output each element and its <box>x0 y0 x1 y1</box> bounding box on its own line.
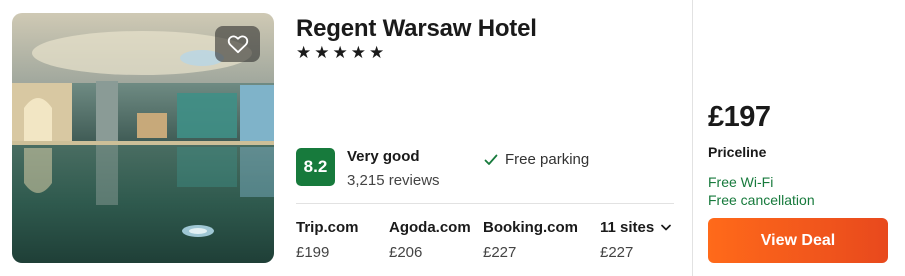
deal-perk-wifi: Free Wi-Fi <box>708 174 774 190</box>
deal-price: £197 <box>708 101 771 133</box>
chevron-down-icon <box>661 224 672 231</box>
site-name: Agoda.com <box>389 219 471 236</box>
hotel-details: Regent Warsaw Hotel ★★★★★ 8.2 Very good … <box>296 13 676 263</box>
site-price-agoda[interactable]: Agoda.com £206 <box>389 219 471 261</box>
site-price: £227 <box>483 244 517 261</box>
rating-label: Very good <box>347 148 420 165</box>
deal-provider: Priceline <box>708 144 767 160</box>
star-rating: ★★★★★ <box>296 43 388 63</box>
more-sites-dropdown[interactable]: 11 sites £227 <box>600 219 672 261</box>
favorite-button[interactable] <box>215 26 260 62</box>
site-price: £206 <box>389 244 423 261</box>
more-sites-label: 11 sites <box>600 219 655 236</box>
deal-perk-cancellation: Free cancellation <box>708 192 815 208</box>
checkmark-icon <box>484 154 498 166</box>
site-price-trip[interactable]: Trip.com £199 <box>296 219 359 261</box>
hotel-result-card[interactable]: Regent Warsaw Hotel ★★★★★ 8.2 Very good … <box>0 0 905 276</box>
site-price-booking[interactable]: Booking.com £227 <box>483 219 578 261</box>
amenity-label: Free parking <box>505 151 590 168</box>
view-deal-button[interactable]: View Deal <box>708 218 888 263</box>
review-count: 3,215 reviews <box>347 172 440 189</box>
site-name: Booking.com <box>483 219 579 236</box>
site-price: £199 <box>296 244 330 261</box>
site-name: Trip.com <box>296 219 359 236</box>
heart-icon <box>227 34 249 54</box>
hotel-name[interactable]: Regent Warsaw Hotel <box>296 15 537 43</box>
best-deal-panel: £197 Priceline Free Wi-Fi Free cancellat… <box>708 0 898 276</box>
amenity-free-parking: Free parking <box>484 151 589 168</box>
column-divider <box>692 0 693 276</box>
rating-score-badge: 8.2 <box>296 148 335 186</box>
hotel-photo[interactable] <box>12 13 274 263</box>
site-price: £227 <box>600 244 634 261</box>
divider <box>296 203 674 204</box>
